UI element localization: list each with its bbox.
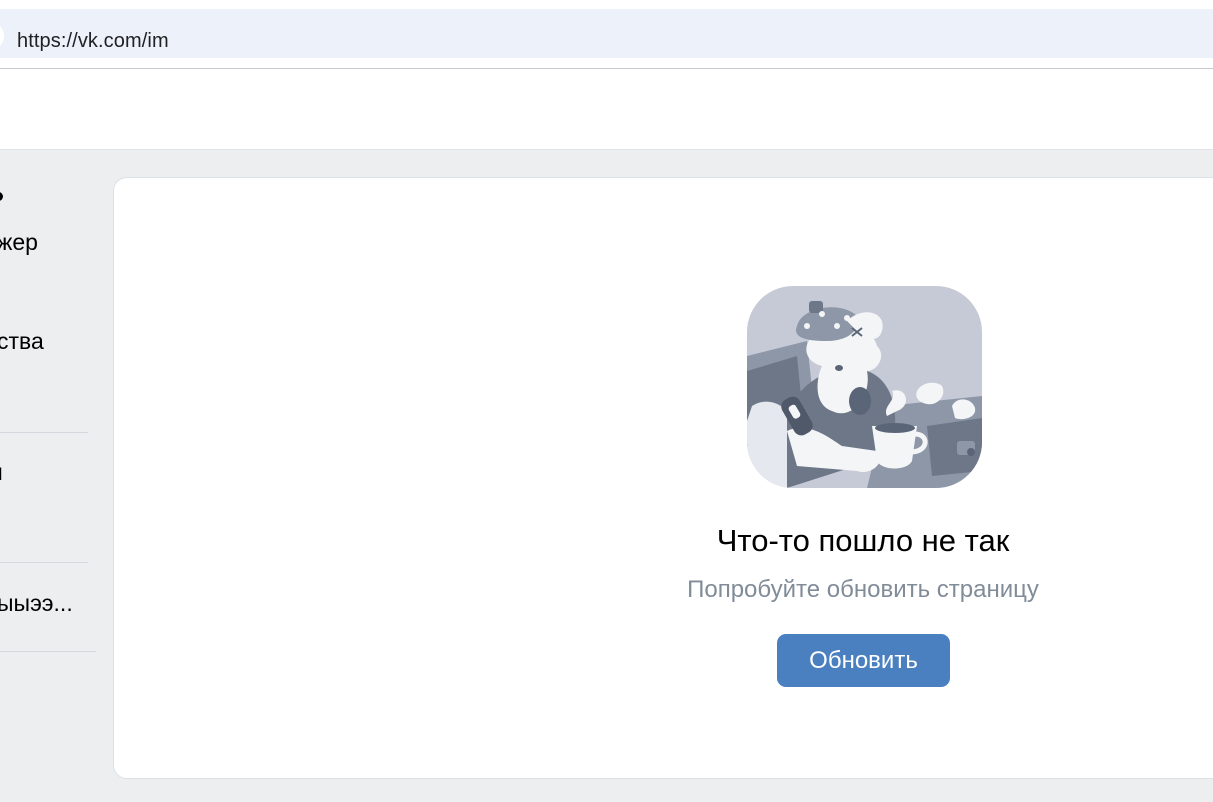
sidebar-item-3[interactable]: ı: [0, 459, 3, 486]
sidebar-item-2[interactable]: ства: [0, 328, 44, 355]
error-title: Что-то пошло не так: [716, 523, 1010, 558]
address-bar[interactable]: https://vk.com/im: [0, 9, 1213, 58]
browser-toolbar: https://vk.com/im: [0, 0, 1213, 68]
sidebar-divider: [0, 562, 88, 563]
vk-header: [0, 69, 1213, 150]
content-card: [113, 177, 1213, 779]
sidebar-item-1[interactable]: жер: [0, 229, 38, 256]
sick-dog-illustration: [747, 286, 982, 488]
sidebar-divider: [0, 432, 88, 433]
site-info-icon[interactable]: [0, 22, 4, 50]
reload-button[interactable]: Обновить: [777, 634, 950, 687]
address-url[interactable]: https://vk.com/im: [17, 30, 169, 53]
sidebar-item-4[interactable]: ыыээ...: [0, 590, 73, 617]
sidebar-divider: [0, 651, 96, 652]
error-subtitle: Попробуйте обновить страницу: [687, 576, 1039, 603]
